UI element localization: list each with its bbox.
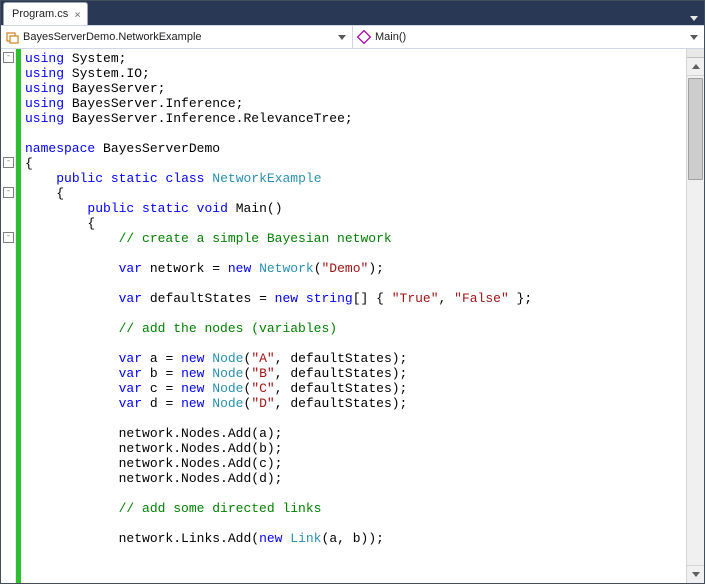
outline-margin: - - - - xyxy=(1,49,16,583)
fold-toggle[interactable]: - xyxy=(3,52,14,63)
scroll-thumb[interactable] xyxy=(688,78,703,180)
scroll-up-button[interactable] xyxy=(687,58,704,76)
vertical-scrollbar[interactable] xyxy=(686,49,704,583)
editor[interactable]: - - - - using System; using System.IO; u… xyxy=(1,49,704,583)
triangle-down-icon xyxy=(692,572,700,577)
tab-program-cs[interactable]: Program.cs × xyxy=(3,2,88,25)
member-label: Main() xyxy=(375,31,686,43)
class-icon xyxy=(5,30,19,44)
navigation-bar: BayesServerDemo.NetworkExample Main() xyxy=(1,25,704,49)
ide-window: Program.cs × BayesServerDemo.NetworkExam… xyxy=(0,0,705,584)
triangle-up-icon xyxy=(692,64,700,69)
tab-strip: Program.cs × xyxy=(1,1,704,25)
fold-toggle[interactable]: - xyxy=(3,232,14,243)
scroll-track[interactable] xyxy=(687,76,704,565)
class-label: BayesServerDemo.NetworkExample xyxy=(23,31,334,43)
class-dropdown[interactable]: BayesServerDemo.NetworkExample xyxy=(1,26,353,48)
close-icon[interactable]: × xyxy=(74,8,81,21)
tab-title: Program.cs xyxy=(12,8,68,20)
chevron-down-icon xyxy=(690,35,698,40)
tab-overflow-icon[interactable] xyxy=(690,16,698,21)
split-handle-icon[interactable] xyxy=(687,49,704,58)
fold-toggle[interactable]: - xyxy=(3,187,14,198)
method-icon xyxy=(357,30,371,44)
code-area[interactable]: using System; using System.IO; using Bay… xyxy=(21,49,686,583)
member-dropdown[interactable]: Main() xyxy=(353,26,704,48)
scroll-down-button[interactable] xyxy=(687,565,704,583)
fold-toggle[interactable]: - xyxy=(3,157,14,168)
chevron-down-icon xyxy=(338,35,346,40)
